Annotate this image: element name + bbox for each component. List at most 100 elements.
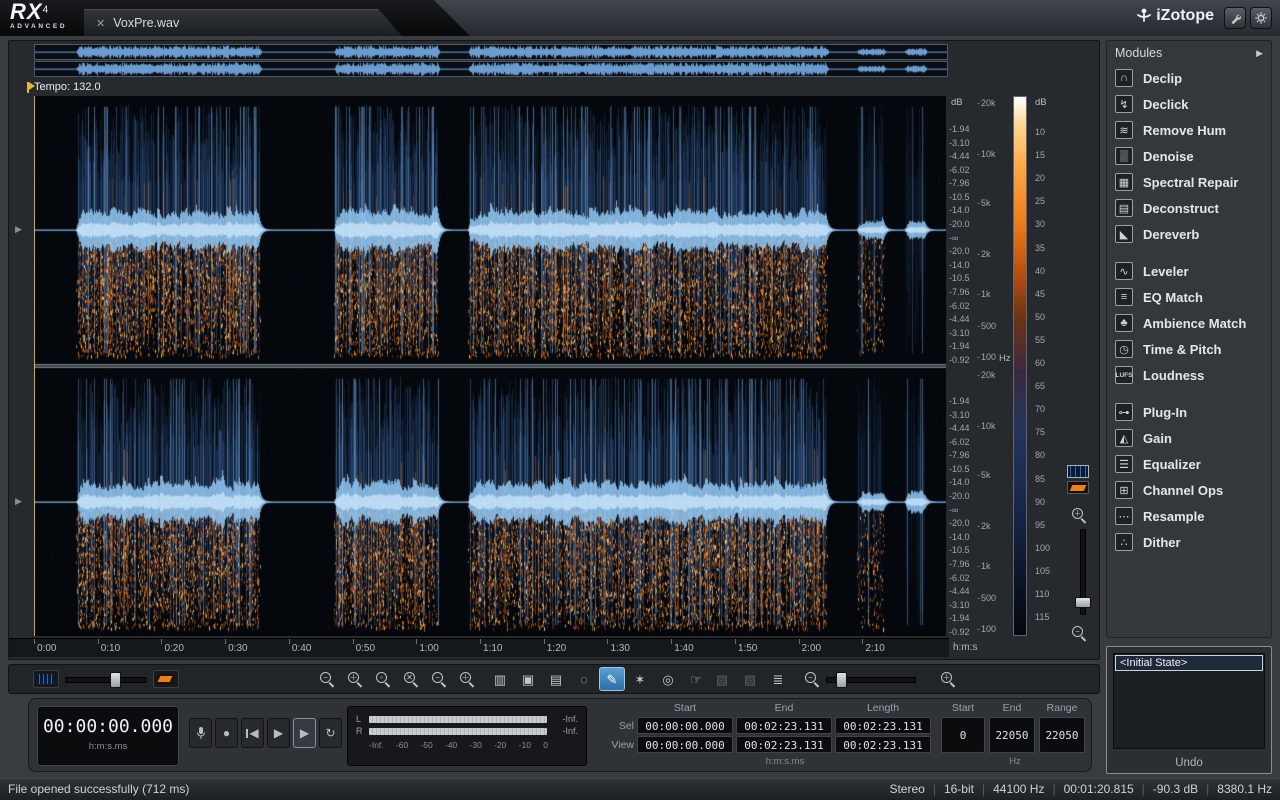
play-selection-button[interactable]: ▶ [293,718,316,748]
lasso-tool[interactable]: ◌ [571,667,597,691]
zoom-slider-out-icon[interactable]: − [804,671,820,687]
frequency-start-field[interactable]: 0 [941,717,985,753]
ruler-tick-mark [799,639,800,644]
record-icon: ● [223,726,230,740]
waveform-view-icon[interactable] [1067,481,1089,494]
view-start-field[interactable]: 00:00:00.000 [637,736,733,753]
find-similar-tool[interactable]: ◎ [655,667,681,691]
rx4-logo: RX4 ADVANCED [10,1,67,31]
zoom-selection-button[interactable]: ▫ [370,667,396,691]
frequency-end-field[interactable]: 22050 [989,717,1035,753]
rewind-icon: ◀ [249,726,258,740]
ruler-tick-label: 1:40 [674,643,693,654]
overview-waveform-left[interactable] [34,44,948,60]
toolbar-menu-button[interactable]: ≣ [765,667,791,691]
module-resample[interactable]: ⋯Resample [1107,503,1271,529]
module-time-pitch[interactable]: ◷Time & Pitch [1107,336,1271,362]
tab-voxpre[interactable]: ✕ VoxPre.wav [84,9,402,36]
time-ruler[interactable]: 0:000:100:200:300:400:501:001:101:201:30… [9,638,949,657]
zoom-out-freq-button[interactable]: − [426,667,452,691]
sel-end-field[interactable]: 00:02:23.131 [736,717,832,734]
time-select-tool[interactable]: ▥ [487,667,513,691]
module-eq-match[interactable]: ≡EQ Match [1107,284,1271,310]
module-deconstruct[interactable]: ▤Deconstruct [1107,195,1271,221]
meter-scale-label: 0 [543,740,548,750]
remove-hum-icon: ≋ [1115,121,1133,139]
modules-header[interactable]: Modules ▶ [1107,41,1271,65]
spectrogram-canvas[interactable] [34,96,946,636]
amplitude-tick: -20.0 [949,246,970,256]
undo-item[interactable]: <Initial State> [1116,656,1262,670]
slider-thumb[interactable] [1075,597,1091,608]
spectrogram-blend-icon[interactable] [33,670,59,688]
spectrogram-view-icon[interactable] [1067,465,1089,478]
sel-length-field[interactable]: 00:02:23.131 [835,717,931,734]
wrench-icon[interactable] [1224,7,1246,29]
loop-button[interactable]: ↻ [319,718,342,748]
time-freq-select-tool[interactable]: ▣ [515,667,541,691]
ruler-tick-mark [289,639,290,644]
channel-select-arrow-left[interactable]: ▶ [15,224,22,235]
view-blend-slider[interactable] [65,672,147,686]
view-length-field[interactable]: 00:02:23.131 [835,736,931,753]
module-dither[interactable]: ∴Dither [1107,529,1271,555]
view-end-field[interactable]: 00:02:23.131 [736,736,832,753]
module-gain[interactable]: ◭Gain [1107,425,1271,451]
zoom-in-freq-button[interactable]: ＋ [454,667,480,691]
module-leveler[interactable]: ∿Leveler [1107,258,1271,284]
module-denoise[interactable]: ▒Denoise [1107,143,1271,169]
transport-panel: 00:00:00.000 h:m:s.ms ●◀▶▶↻ L-Inf.R-Inf.… [28,698,1092,772]
amplitude-tick: -4.44 [949,314,970,324]
module-label: Spectral Repair [1143,175,1238,190]
tab-close-icon[interactable]: ✕ [96,17,105,30]
horizontal-zoom-slider[interactable] [826,672,916,686]
brush-tool[interactable]: ✎ [599,667,625,691]
zoom-reset-button[interactable]: ✕ [398,667,424,691]
module-remove-hum[interactable]: ≋Remove Hum [1107,117,1271,143]
vertical-zoom-slider[interactable] [1075,529,1089,615]
module-equalizer[interactable]: ☰Equalizer [1107,451,1271,477]
record-button[interactable]: ● [215,718,238,748]
module-spectral-repair[interactable]: ▦Spectral Repair [1107,169,1271,195]
colorbar-tick: 65 [1035,381,1045,391]
tempo-marker[interactable]: Tempo: 132.0 [27,80,101,94]
module-declick[interactable]: ↯Declick [1107,91,1271,117]
waveform-blend-icon[interactable] [153,670,179,688]
slider-thumb[interactable] [836,672,847,688]
time-pitch-icon: ◷ [1115,340,1133,358]
modules-expand-icon[interactable]: ▶ [1256,41,1263,65]
module-channel-ops[interactable]: ⊞Channel Ops [1107,477,1271,503]
zoom-slider-in-icon[interactable]: ＋ [940,671,956,687]
amplitude-tick: -3.10 [949,410,970,420]
module-loudness[interactable]: LUFSLoudness [1107,362,1271,388]
module-declip[interactable]: ∩Declip [1107,65,1271,91]
zoom-out-time-button[interactable]: − [314,667,340,691]
vertical-zoom-in-icon[interactable]: ＋ [1071,507,1087,523]
zoom-in-time-button[interactable]: ＋ [342,667,368,691]
vertical-zoom-out-icon[interactable]: − [1071,625,1087,641]
overview-waveform-right[interactable] [34,61,948,77]
channel-select-arrow-right[interactable]: ▶ [15,496,22,507]
status-separator: | [933,779,936,800]
gear-icon[interactable] [1250,7,1272,29]
module-label: Channel Ops [1143,483,1223,498]
magic-wand-tool[interactable]: ✶ [627,667,653,691]
module-plug-in[interactable]: ⊶Plug-In [1107,399,1271,425]
compare-button: ▨ [737,667,763,691]
rx4-window: RX4 ADVANCED ✕ VoxPre.wav iZotope [0,0,1280,800]
module-ambience-match[interactable]: ♣Ambience Match [1107,310,1271,336]
freq-select-tool[interactable]: ▤ [543,667,569,691]
hand-tool[interactable]: ☞ [683,667,709,691]
preview-spectrogram-button: ▧ [709,667,735,691]
sel-start-field[interactable]: 00:00:00.000 [637,717,733,734]
ruler-tick-mark [225,639,226,644]
slider-thumb[interactable] [110,672,121,688]
time-select-icon: ▥ [494,673,506,686]
module-dereverb[interactable]: ◣Dereverb [1107,221,1271,247]
mic-button[interactable] [189,718,212,748]
play-button[interactable]: ▶ [267,718,290,748]
selection-unit: h:m:s.ms [637,756,933,767]
playhead[interactable] [34,96,35,636]
frequency-range-field[interactable]: 22050 [1039,717,1085,753]
rewind-button[interactable]: ◀ [241,718,264,748]
